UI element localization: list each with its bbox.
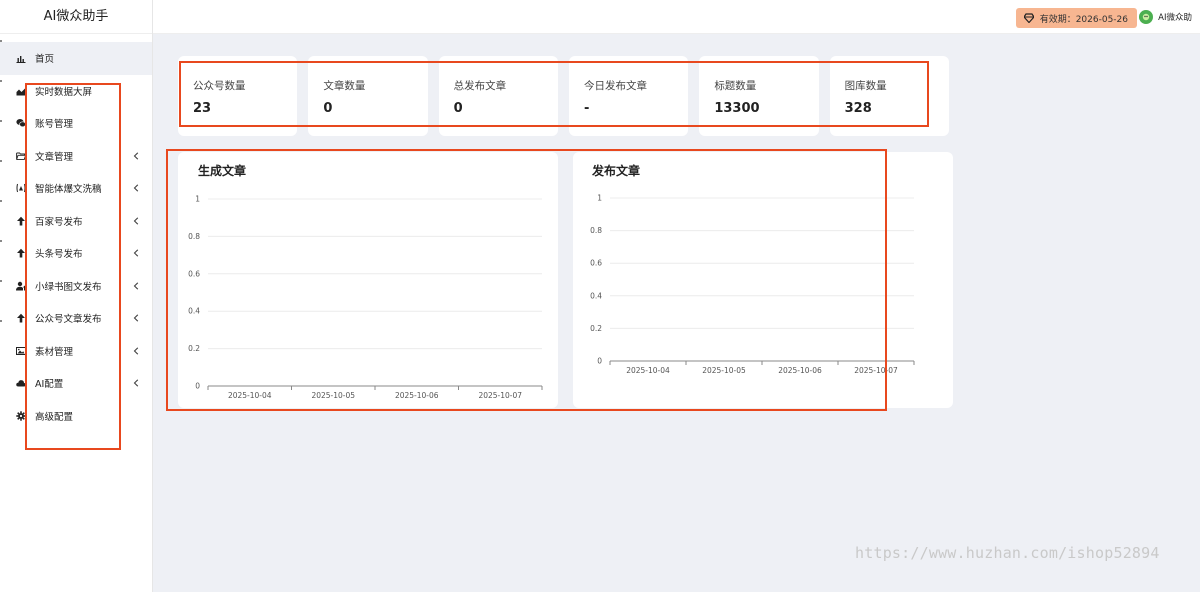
y-tick-label: 1 <box>195 195 200 204</box>
area-chart-icon <box>14 84 28 98</box>
stat-card-total-published: 总发布文章 0 <box>438 56 558 136</box>
y-tick-label: 0.2 <box>590 324 602 333</box>
x-tick-label: 2025-10-05 <box>311 391 355 400</box>
folder-open-icon <box>14 149 28 163</box>
x-tick-label: 2025-10-06 <box>778 366 822 375</box>
sidebar-item-label: 账号管理 <box>35 119 74 131</box>
stat-label: 图库数量 <box>844 80 887 92</box>
sidebar-item-label: 首页 <box>35 54 55 66</box>
y-tick-label: 0.8 <box>188 232 200 241</box>
stat-label: 文章数量 <box>323 80 366 92</box>
chevron-left-icon[interactable] <box>132 152 140 160</box>
sidebar: AI微众助手 首页实时数据大屏 账号管理文章管理智能体爆文洗稿 百家号发布头条号发布… <box>0 0 153 592</box>
edge-marks <box>0 40 4 340</box>
sidebar-item-5[interactable]: 智能体爆文洗稿 <box>0 172 152 205</box>
sidebar-item-10[interactable]: 素材管理 <box>0 335 152 368</box>
stat-card-articles: 文章数量 0 <box>308 56 428 136</box>
stat-label: 总发布文章 <box>453 80 507 92</box>
chart-card-generated: 生成文章 0 0.2 0.4 0.6 0.8 1 2025-10-04 2025-10-05 2… <box>178 152 558 408</box>
stat-value: 0 <box>323 101 333 116</box>
wechat-icon <box>14 116 28 130</box>
chevron-left-icon[interactable] <box>132 184 140 192</box>
arrow-up-icon <box>14 214 28 228</box>
sidebar-item-label: 小绿书图文发布 <box>35 281 102 293</box>
chevron-left-icon[interactable] <box>132 217 140 225</box>
bar-chart-icon <box>14 51 28 65</box>
sidebar-item-label: 智能体爆文洗稿 <box>35 184 102 196</box>
y-tick-label: 1 <box>597 194 602 203</box>
picture-icon <box>14 344 28 358</box>
arrow-up-icon <box>14 311 28 325</box>
chart-card-published: 发布文章 0 0.2 0.4 0.6 0.8 1 2025-10-04 2025-10-05 2… <box>573 152 953 408</box>
sidebar-nav: 首页实时数据大屏 账号管理文章管理智能体爆文洗稿 百家号发布头条号发布小绿书图文发布… <box>0 42 152 432</box>
sidebar-item-label: 高级配置 <box>35 411 74 423</box>
chevron-left-icon[interactable] <box>132 249 140 257</box>
sidebar-item-9[interactable]: 公众号文章发布 <box>0 302 152 335</box>
topbar: 有效期：2026-05-26 AI微众助 <box>153 0 1200 34</box>
stat-card-titles: 标题数量 13300 <box>699 56 819 136</box>
sidebar-item-3[interactable]: 账号管理 <box>0 107 152 140</box>
chevron-left-icon[interactable] <box>132 282 140 290</box>
sidebar-item-label: AI配置 <box>35 379 64 391</box>
sidebar-item-11[interactable]: AI配置 <box>0 367 152 400</box>
sidebar-item-7[interactable]: 头条号发布 <box>0 237 152 270</box>
sidebar-item-1[interactable]: 首页 <box>0 42 152 75</box>
y-tick-label: 0 <box>597 357 602 366</box>
arrow-up-icon <box>14 246 28 260</box>
expiry-label: 有效期：2026-05-26 <box>1039 14 1128 25</box>
generated-articles-chart: 0 0.2 0.4 0.6 0.8 1 2025-10-04 2025-10-05 2025-1… <box>188 195 543 400</box>
sidebar-item-8[interactable]: 小绿书图文发布 <box>0 270 152 303</box>
sidebar-item-label: 百家号发布 <box>35 216 83 228</box>
stat-card-gallery: 图库数量 328 <box>829 56 949 136</box>
sidebar-item-6[interactable]: 百家号发布 <box>0 205 152 238</box>
user-upload-icon <box>14 279 28 293</box>
x-tick-label: 2025-10-06 <box>395 391 439 400</box>
stat-value: - <box>583 101 590 116</box>
avatar <box>1139 10 1154 24</box>
x-tick-label: 2025-10-07 <box>854 366 898 375</box>
stats-row: 公众号数量 23 文章数量 0 总发布文章 0 今日发布文章 - 标题数量 13… <box>178 56 949 136</box>
x-tick-label: 2025-10-05 <box>702 366 746 375</box>
brand-title: AI微众助手 <box>0 0 152 34</box>
stat-card-today-published: 今日发布文章 - <box>568 56 689 136</box>
stat-label: 今日发布文章 <box>583 80 647 92</box>
user-menu[interactable]: AI微众助 <box>1139 10 1192 24</box>
gear-icon <box>14 409 28 423</box>
sidebar-item-4[interactable]: 文章管理 <box>0 140 152 173</box>
sidebar-item-label: 素材管理 <box>35 346 74 358</box>
chevron-left-icon[interactable] <box>132 379 140 387</box>
y-tick-label: 0.4 <box>188 307 200 316</box>
diamond-icon <box>1023 13 1034 23</box>
user-name: AI微众助 <box>1158 13 1192 23</box>
stat-label: 公众号数量 <box>193 80 246 92</box>
y-tick-label: 0.6 <box>590 259 602 268</box>
sidebar-item-label: 头条号发布 <box>35 249 83 261</box>
stat-card-accounts: 公众号数量 23 <box>178 56 298 136</box>
x-tick-label: 2025-10-04 <box>626 366 670 375</box>
y-tick-label: 0.6 <box>188 269 200 278</box>
sidebar-item-2[interactable]: 实时数据大屏 <box>0 75 152 108</box>
chevron-left-icon[interactable] <box>132 314 140 322</box>
x-tick-label: 2025-10-07 <box>478 391 522 400</box>
stat-value: 23 <box>193 101 212 116</box>
stat-value: 13300 <box>714 101 760 116</box>
sidebar-item-label: 实时数据大屏 <box>35 86 93 98</box>
watermark: https://www.huzhan.com/ishop52894 <box>855 544 1160 562</box>
sidebar-item-label: 公众号文章发布 <box>35 314 102 326</box>
sidebar-item-12[interactable]: 高级配置 <box>0 400 152 433</box>
y-tick-label: 0.8 <box>590 226 602 235</box>
expiry-badge[interactable]: 有效期：2026-05-26 <box>1015 8 1137 28</box>
stat-label: 标题数量 <box>714 80 757 92</box>
chevron-left-icon[interactable] <box>132 347 140 355</box>
y-tick-label: 0.2 <box>188 344 200 353</box>
y-tick-label: 0.4 <box>590 291 602 300</box>
published-articles-chart: 0 0.2 0.4 0.6 0.8 1 2025-10-04 2025-10-05 2025-1… <box>590 194 915 375</box>
stat-value: 0 <box>453 101 463 116</box>
y-tick-label: 0 <box>195 382 200 391</box>
stat-value: 328 <box>844 101 872 116</box>
sidebar-item-label: 文章管理 <box>35 151 74 163</box>
cloud-icon <box>14 376 28 390</box>
image-text-icon <box>14 181 28 195</box>
x-tick-label: 2025-10-04 <box>228 391 272 400</box>
